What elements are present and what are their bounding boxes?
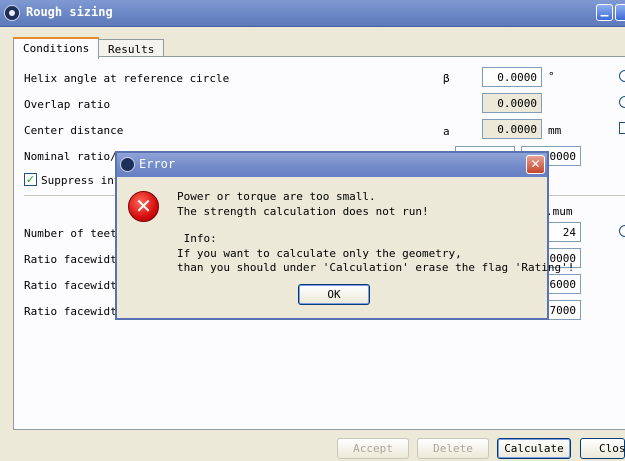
error-icon: ✕ [128,191,159,222]
minimize-icon: ▁ [600,6,609,17]
helix-angle-radio[interactable] [619,70,625,82]
accept-button[interactable]: Accept [337,438,409,459]
tab-conditions[interactable]: Conditions [13,37,100,59]
overlap-ratio-radio[interactable] [619,96,625,108]
center-distance-symbol: a [443,125,450,138]
error-message-line-5: than you should under 'Calculation' eras… [177,261,575,274]
nominal-ratio-label: Nominal ratio/d [24,150,124,163]
close-icon: ✕ [530,157,541,171]
ratio-facewidth-label-3: Ratio facewidth [24,305,124,318]
number-of-teeth-label: Number of teeth [24,227,124,240]
center-distance-unit: mm [548,124,562,137]
helix-angle-unit: ° [548,70,555,83]
main-titlebar: Rough sizing ▁ [0,0,625,27]
window-title: Rough sizing [26,5,113,19]
check-icon: ✓ [25,173,36,186]
app-icon [120,157,135,172]
app-icon [4,5,20,21]
overlap-ratio-label: Overlap ratio [24,98,111,111]
ok-button[interactable]: OK [298,284,370,305]
error-message-line-3: Info: [177,232,217,245]
column-header: .mum [546,205,573,218]
error-close-button[interactable]: ✕ [526,155,545,174]
center-distance-field: 0.0000 [482,119,542,139]
overlap-ratio-field: 0.0000 [482,93,542,113]
suppress-label: Suppress int [41,174,121,187]
minimize-button[interactable]: ▁ [596,4,613,21]
error-message-line-2: The strength calculation does not run! [177,205,429,218]
number-of-teeth-radio[interactable] [619,225,625,237]
error-message-line-4: If you want to calculate only the geomet… [177,247,462,260]
error-message-line-1: Power or torque are too small. [177,190,376,203]
helix-angle-label: Helix angle at reference circle [24,72,230,85]
maximize-button[interactable] [615,4,625,21]
helix-angle-symbol: β [443,72,450,85]
close-button[interactable]: Clos [580,438,625,459]
center-distance-button[interactable] [619,122,625,134]
ratio-facewidth-label-1: Ratio facewidth [24,253,124,266]
error-dialog-title: Error [139,157,176,171]
delete-button[interactable]: Delete [417,438,489,459]
helix-angle-input[interactable]: 0.0000 [482,67,542,87]
calculate-button[interactable]: Calculate [497,438,571,459]
error-dialog: Error ✕ ✕ Power or torque are too small.… [115,151,574,320]
error-titlebar: Error ✕ [117,153,547,177]
center-distance-label: Center distance [24,124,124,137]
suppress-checkbox[interactable]: ✓ [24,173,37,186]
ratio-facewidth-label-2: Ratio facewidth [24,279,124,292]
